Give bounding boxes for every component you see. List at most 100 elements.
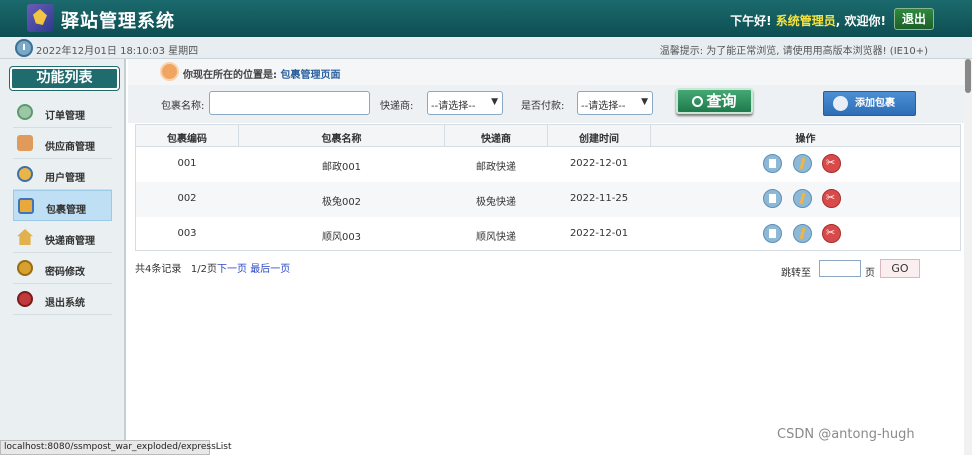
cell-code: 003 [177,228,197,239]
table-row: 003 顺风003 顺风快递 2022-12-01 [136,217,960,252]
greeting: 下午好! 系统管理员, 欢迎你! [730,12,886,29]
add-package-button[interactable]: 添加包裹 [823,91,916,116]
sidebar-title: 功能列表 [9,66,120,91]
truck-icon [17,135,33,151]
cell-name: 邮政001 [321,162,362,173]
edit-icon[interactable] [793,189,812,208]
current-user: 系统管理员 [775,14,836,28]
paid-label: 是否付款: [521,101,565,112]
view-icon[interactable] [763,154,782,173]
sidebar-item-exit[interactable]: 退出系统 [13,284,112,315]
edit-icon[interactable] [793,224,812,243]
package-table: 包裹编码 包裹名称 快递商 创建时间 操作 001 邮政001 邮政快递 202… [135,124,961,251]
browser-notice: 温馨提示: 为了能正常浏览, 请使用用高版本浏览器! (IE10+) [659,46,928,57]
location-icon [160,62,179,81]
header-actions: 操作 [795,134,816,145]
courier-select-value: --请选择-- [431,101,476,112]
breadcrumb-prefix: 你现在所在的位置是: [183,70,277,81]
go-button[interactable]: GO [880,259,920,278]
sidebar-item-couriers[interactable]: 快递商管理 [13,222,112,253]
sidebar-item-label: 订单管理 [45,111,85,122]
greeting-text: 下午好! [730,14,772,28]
last-page-link[interactable]: 最后一页 [250,264,290,275]
table-row: 002 极兔002 极兔快递 2022-11-25 [136,182,960,217]
app-header: 驿站管理系统 下午好! 系统管理员, 欢迎你! 退出 [0,0,972,37]
sidebar-item-label: 快递商管理 [45,236,95,247]
delete-icon[interactable] [822,189,841,208]
sidebar-item-label: 包裹管理 [46,205,86,216]
table-header: 包裹编码 包裹名称 快递商 创建时间 操作 [136,125,960,147]
package-name-input[interactable] [209,91,370,115]
sidebar-item-label: 密码修改 [45,267,85,278]
edit-icon[interactable] [793,154,812,173]
package-icon [18,198,34,214]
app-logo [27,4,54,32]
logout-button[interactable]: 退出 [894,8,934,30]
main-content: 你现在所在的位置是: 包裹管理页面 包裹名称: 快递商: --请选择-- ▼ 是… [128,59,964,455]
cell-created: 2022-12-01 [569,228,629,239]
table-row: 001 邮政001 邮政快递 2022-12-01 [136,147,960,182]
order-icon [17,104,33,120]
cell-courier: 极兔快递 [476,197,516,208]
sidebar-item-label: 供应商管理 [45,142,95,153]
query-button[interactable]: 查询 [676,88,753,114]
chevron-down-icon: ▼ [491,97,498,107]
jump-page-input[interactable] [819,260,861,277]
page-unit-label: 页 [865,268,875,279]
jump-label: 跳转至 [781,268,811,279]
cell-created: 2022-11-25 [569,193,629,204]
user-icon [17,166,33,182]
info-bar: 2022年12月01日 18:10:03 星期四 温馨提示: 为了能正常浏览, … [0,37,972,59]
cell-created: 2022-12-01 [569,158,629,169]
clock-icon [15,39,33,57]
breadcrumb-text: 你现在所在的位置是: 包裹管理页面 [183,66,340,81]
view-icon[interactable] [763,224,782,243]
breadcrumb: 你现在所在的位置是: 包裹管理页面 [128,59,964,85]
app-title: 驿站管理系统 [61,11,175,32]
paid-select[interactable]: --请选择-- ▼ [577,91,653,115]
paid-select-value: --请选择-- [581,101,626,112]
house-icon [17,229,33,245]
exit-icon [17,291,33,307]
header-courier: 快递商 [481,134,511,145]
sidebar-item-packages[interactable]: 包裹管理 [13,190,112,221]
search-icon [692,96,704,107]
breadcrumb-current[interactable]: 包裹管理页面 [280,70,340,81]
add-package-label: 添加包裹 [855,98,895,109]
cell-courier: 邮政快递 [476,162,516,173]
welcome-text: , 欢迎你! [835,14,886,28]
query-button-label: 查询 [706,92,737,110]
sidebar-item-label: 用户管理 [45,173,85,184]
browser-status-url: localhost:8080/ssmpost_war_exploded/expr… [0,440,232,455]
sidebar: 功能列表 订单管理 供应商管理 用户管理 包裹管理 快递商管理 密码修改 退出系… [0,59,126,455]
cell-code: 002 [177,193,197,204]
cell-courier: 顺风快递 [476,232,516,243]
delete-icon[interactable] [822,154,841,173]
cell-name: 顺风003 [321,232,362,243]
sidebar-item-suppliers[interactable]: 供应商管理 [13,128,112,159]
cell-code: 001 [177,158,197,169]
header-name: 包裹名称 [321,134,362,145]
key-icon [17,260,33,276]
view-icon[interactable] [763,189,782,208]
sidebar-item-orders[interactable]: 订单管理 [13,97,112,128]
scrollbar-thumb[interactable] [965,59,971,93]
pagination: 共4条记录 1/2页下一页 最后一页 [135,260,290,275]
sidebar-item-users[interactable]: 用户管理 [13,159,112,190]
sidebar-item-label: 退出系统 [45,298,85,309]
page-indicator: 1/2页 [190,264,218,275]
watermark: CSDN @antong-hugh [777,427,915,442]
header-created: 创建时间 [579,134,619,145]
package-name-label: 包裹名称: [161,101,205,112]
cell-name: 极兔002 [321,197,362,208]
courier-label: 快递商: [380,101,414,112]
sidebar-item-password[interactable]: 密码修改 [13,253,112,284]
vertical-scrollbar[interactable] [964,59,972,455]
delete-icon[interactable] [822,224,841,243]
search-form: 包裹名称: 快递商: --请选择-- ▼ 是否付款: --请选择-- ▼ 查询 … [128,85,964,123]
next-page-link[interactable]: 下一页 [217,264,247,275]
header-code: 包裹编码 [167,134,207,145]
current-datetime: 2022年12月01日 18:10:03 星期四 [36,46,199,57]
chevron-down-icon: ▼ [641,97,648,107]
courier-select[interactable]: --请选择-- ▼ [427,91,503,115]
